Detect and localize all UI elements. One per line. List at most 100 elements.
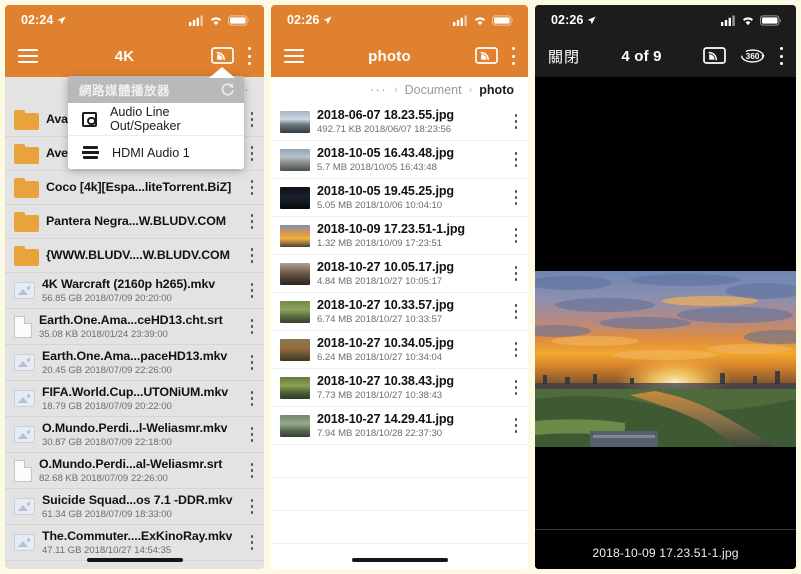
image-file-icon — [14, 390, 35, 407]
toolbar-actions — [475, 47, 515, 65]
list-item-text: Pantera Negra...W.BLUDV.COM — [39, 214, 244, 229]
hdmi-icon — [82, 146, 99, 159]
breadcrumb-parent[interactable]: Document — [405, 83, 462, 97]
list-item[interactable]: Suicide Squad...os 7.1 -DDR.mkv 61.34 GB … — [5, 489, 264, 525]
list-item[interactable]: The.Commuter....ExKinoRay.mkv 47.11 GB 20… — [5, 525, 264, 561]
popup-item-hdmi-audio-1[interactable]: HDMI Audio 1 — [68, 136, 244, 169]
kebab-menu-icon[interactable] — [779, 47, 783, 65]
app-toolbar: photo — [271, 35, 528, 77]
status-time: 02:24 — [21, 13, 54, 27]
media-renderer-popup: 網路媒體播放器 Audio Line Out/Speaker HDMI Audi… — [68, 76, 244, 169]
popup-title: 網路媒體播放器 — [79, 84, 171, 98]
row-overflow-icon[interactable] — [514, 228, 518, 243]
list-item[interactable]: FIFA.World.Cup...UTONiUM.mkv 18.79 GB 201… — [5, 381, 264, 417]
row-overflow-icon[interactable] — [514, 304, 518, 319]
hamburger-menu-icon[interactable] — [18, 49, 38, 63]
hamburger-menu-icon[interactable] — [284, 49, 304, 63]
list-item[interactable]: 2018-10-27 10.34.05.jpg 6.24 MB 2018/10/2… — [271, 331, 528, 369]
row-overflow-icon[interactable] — [250, 427, 254, 442]
list-item[interactable]: Pantera Negra...W.BLUDV.COM — [5, 205, 264, 239]
list-item-meta: 7.73 MB 2018/10/27 10:38:43 — [317, 390, 443, 401]
row-overflow-icon[interactable] — [250, 463, 254, 478]
360-view-icon[interactable]: 360 — [739, 47, 766, 65]
home-indicator[interactable] — [351, 558, 448, 562]
list-item-text: 2018-10-27 10.38.43.jpg 7.73 MB 2018/10/2… — [310, 374, 508, 401]
list-item[interactable]: 2018-10-09 17.23.51-1.jpg 1.32 MB 2018/10… — [271, 217, 528, 255]
list-item[interactable]: 4K Warcraft (2160p h265).mkv 56.85 GB 201… — [5, 273, 264, 309]
row-overflow-icon[interactable] — [514, 114, 518, 129]
list-item[interactable]: 2018-10-27 14.29.41.jpg 7.94 MB 2018/10/2… — [271, 407, 528, 445]
list-item-text: The.Commuter....ExKinoRay.mkv 47.11 GB 20… — [35, 529, 244, 556]
row-overflow-icon[interactable] — [250, 146, 254, 161]
row-overflow-icon[interactable] — [250, 283, 254, 298]
kebab-menu-icon[interactable] — [511, 47, 515, 65]
cast-icon[interactable] — [475, 47, 498, 65]
list-item-name: 2018-10-05 16.43.48.jpg — [317, 146, 455, 160]
list-item-meta: 20.45 GB 2018/07/09 22:26:00 — [42, 365, 172, 376]
breadcrumb-separator: › — [393, 84, 398, 96]
photo-viewer-area[interactable]: 2018-10-09 17.23.51-1.jpg — [535, 77, 796, 569]
list-item-text: FIFA.World.Cup...UTONiUM.mkv 18.79 GB 201… — [35, 385, 244, 412]
phone-panel-photo-viewer: 02:26 關閉 4 of 9 360 2018-10-09 17.23.51-… — [535, 5, 796, 569]
battery-full-icon — [760, 14, 782, 26]
row-overflow-icon[interactable] — [514, 190, 518, 205]
list-item[interactable]: O.Mundo.Perdi...al-Weliasmr.srt 82.68 KB … — [5, 453, 264, 489]
list-item[interactable]: 2018-10-27 10.33.57.jpg 6.74 MB 2018/10/2… — [271, 293, 528, 331]
list-item-meta: 4.84 MB 2018/10/27 10:05:17 — [317, 276, 443, 287]
folder-icon — [14, 245, 39, 266]
list-item[interactable]: 2018-10-05 19.45.25.jpg 5.05 MB 2018/10/0… — [271, 179, 528, 217]
status-bar: 02:26 — [271, 5, 528, 35]
row-overflow-icon[interactable] — [514, 342, 518, 357]
row-overflow-icon[interactable] — [250, 319, 254, 334]
popup-item-audio-line-out[interactable]: Audio Line Out/Speaker — [68, 103, 244, 136]
cellular-signal-icon — [189, 15, 203, 26]
row-overflow-icon[interactable] — [250, 248, 254, 263]
displayed-photo[interactable] — [535, 271, 796, 447]
refresh-icon[interactable] — [220, 82, 235, 97]
image-file-icon — [14, 282, 35, 299]
row-overflow-icon[interactable] — [250, 499, 254, 514]
list-item[interactable]: 2018-10-27 10.05.17.jpg 4.84 MB 2018/10/2… — [271, 255, 528, 293]
viewer-toolbar: 關閉 4 of 9 360 — [535, 35, 796, 77]
list-item[interactable]: 2018-10-27 10.38.43.jpg 7.73 MB 2018/10/2… — [271, 369, 528, 407]
row-overflow-icon[interactable] — [250, 112, 254, 127]
list-item-empty — [271, 544, 528, 569]
location-arrow-icon — [588, 16, 597, 24]
list-item-meta: 6.74 MB 2018/10/27 10:33:57 — [317, 314, 443, 325]
list-item-meta: 492.71 KB 2018/06/07 18:23:56 — [317, 124, 452, 135]
row-overflow-icon[interactable] — [250, 355, 254, 370]
list-item-meta: 5.05 MB 2018/10/06 10:04:10 — [317, 200, 443, 211]
list-item[interactable]: Earth.One.Ama...paceHD13.mkv 20.45 GB 201… — [5, 345, 264, 381]
row-overflow-icon[interactable] — [250, 214, 254, 229]
cast-icon[interactable] — [211, 47, 234, 65]
row-overflow-icon[interactable] — [250, 180, 254, 195]
status-bar-left: 02:24 — [21, 13, 67, 27]
list-item-text: 2018-10-09 17.23.51-1.jpg 1.32 MB 2018/10… — [310, 222, 508, 249]
screenshot-stage: 02:24 4K Ava Ave Coco [4k][Espa...liteTo… — [0, 0, 801, 574]
kebab-menu-icon[interactable] — [247, 47, 251, 65]
breadcrumb-ellipsis[interactable]: ··· — [370, 83, 387, 97]
list-item[interactable]: O.Mundo.Perdi...l-Weliasmr.mkv 30.87 GB 2… — [5, 417, 264, 453]
list-item[interactable]: Earth.One.Ama...ceHD13.cht.srt 35.08 KB 2… — [5, 309, 264, 345]
home-indicator[interactable] — [86, 558, 183, 562]
list-item[interactable]: 2018-06-07 18.23.55.jpg 492.71 KB 2018/06… — [271, 103, 528, 141]
image-file-icon — [14, 426, 35, 443]
cellular-signal-icon — [453, 15, 467, 26]
photo-thumbnail — [280, 300, 310, 323]
current-filename: 2018-10-09 17.23.51-1.jpg — [592, 546, 739, 560]
list-item[interactable]: {WWW.BLUDV....W.BLUDV.COM — [5, 239, 264, 273]
popup-item-label: HDMI Audio 1 — [112, 145, 190, 160]
row-overflow-icon[interactable] — [514, 152, 518, 167]
row-overflow-icon[interactable] — [514, 380, 518, 395]
close-button[interactable]: 關閉 — [548, 46, 580, 67]
row-overflow-icon[interactable] — [250, 535, 254, 550]
list-item-name: 2018-10-27 10.33.57.jpg — [317, 298, 455, 312]
row-overflow-icon[interactable] — [250, 391, 254, 406]
cast-icon[interactable] — [703, 47, 726, 65]
list-item[interactable]: Coco [4k][Espa...liteTorrent.BiZ] — [5, 171, 264, 205]
row-overflow-icon[interactable] — [514, 418, 518, 433]
photo-list: 2018-06-07 18.23.55.jpg 492.71 KB 2018/06… — [271, 103, 528, 569]
row-overflow-icon[interactable] — [514, 266, 518, 281]
list-item[interactable]: 2018-10-05 16.43.48.jpg 5.7 MB 2018/10/05… — [271, 141, 528, 179]
folder-icon — [14, 211, 39, 232]
